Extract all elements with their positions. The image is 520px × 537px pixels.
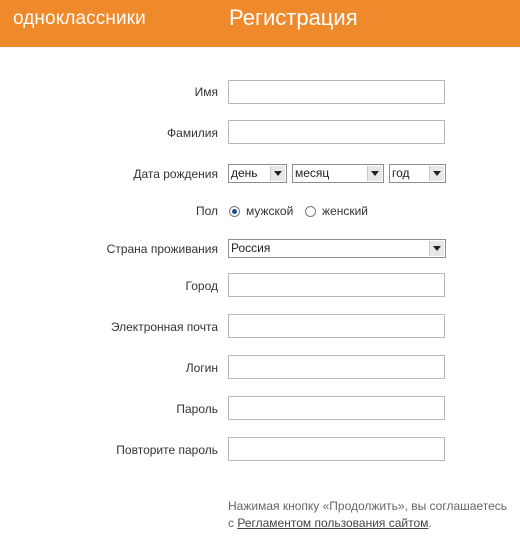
terms-prefix: с <box>228 516 238 530</box>
birth-day-select[interactable]: день <box>228 164 287 183</box>
brand-logo-text[interactable]: одноклассники <box>13 8 146 30</box>
login-input[interactable] <box>228 355 445 379</box>
password-label: Пароль <box>176 402 218 416</box>
password-repeat-label: Повторите пароль <box>116 443 218 457</box>
header-bar: одноклассники Регистрация <box>0 0 520 47</box>
terms-link[interactable]: Регламентом пользования сайтом <box>237 516 428 530</box>
terms-text: Нажимая кнопку «Продолжить», вы соглашае… <box>228 499 508 513</box>
chevron-down-icon <box>429 241 444 256</box>
first-name-label: Имя <box>194 85 218 99</box>
country-select[interactable]: Россия <box>228 239 446 258</box>
gender-male-label[interactable]: мужской <box>246 204 293 218</box>
birth-month-select[interactable]: месяц <box>292 164 384 183</box>
city-input[interactable] <box>228 273 445 297</box>
gender-female-label[interactable]: женский <box>322 204 368 218</box>
birth-month-value: месяц <box>295 166 330 180</box>
chevron-down-icon <box>429 166 444 181</box>
chevron-down-icon <box>270 166 285 181</box>
gender-female-radio[interactable] <box>305 206 316 217</box>
login-label: Логин <box>185 361 218 375</box>
gender-label: Пол <box>195 204 218 218</box>
email-input[interactable] <box>228 314 445 338</box>
password-repeat-input[interactable] <box>228 437 445 461</box>
page-title: Регистрация <box>229 5 358 30</box>
last-name-input[interactable] <box>228 120 445 144</box>
terms-notice: Нажимая кнопку «Продолжить», вы соглашае… <box>228 498 507 532</box>
chevron-down-icon <box>367 166 382 181</box>
password-input[interactable] <box>228 396 445 420</box>
birth-year-value: год <box>392 166 410 180</box>
last-name-label: Фамилия <box>167 126 218 140</box>
gender-male-radio[interactable] <box>229 206 240 217</box>
terms-suffix: . <box>428 516 432 530</box>
birth-day-value: день <box>231 166 258 180</box>
country-value: Россия <box>231 241 271 255</box>
birth-date-label: Дата рождения <box>133 167 218 181</box>
city-label: Город <box>185 279 218 293</box>
birth-year-select[interactable]: год <box>389 164 446 183</box>
country-label: Страна проживания <box>106 242 218 256</box>
email-label: Электронная почта <box>110 320 218 334</box>
first-name-input[interactable] <box>228 80 445 104</box>
